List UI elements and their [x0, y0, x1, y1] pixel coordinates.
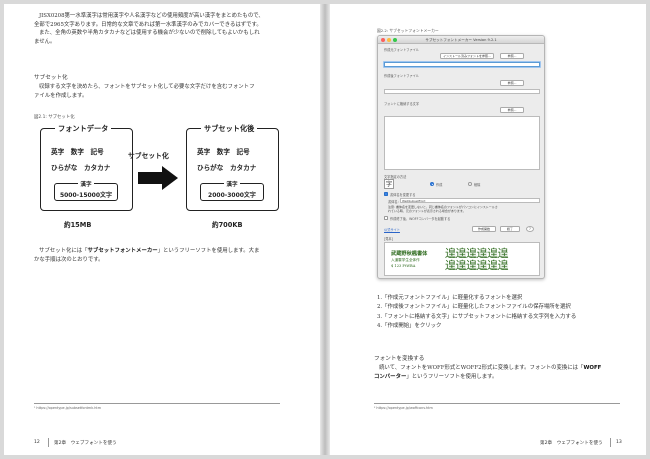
browse-source-button[interactable]: 参照...	[500, 53, 524, 59]
convert-line: 続いて、フォントをWOFF形式とWOFF2形式に変換します。フォントの変換には「…	[379, 365, 602, 371]
rename-warning: 注意: 書体名を変更しないと、同じ書体名のフォントがパソコンにインストールさ れ…	[388, 205, 498, 214]
rename-checkbox[interactable]	[384, 192, 388, 196]
right-arrow-icon	[138, 166, 178, 190]
kanji-title: 漢字	[78, 182, 94, 188]
page-number: 13	[616, 440, 622, 445]
subset-font-title: サブセット化後	[201, 124, 258, 134]
kanji-box-after: 漢字 2000-3000文字	[200, 182, 264, 201]
preview-sub2: $ 123 FtWBA	[391, 264, 416, 268]
converter-term: コンバーター	[374, 373, 407, 380]
running-head: 第2章 ウェブフォントを使う	[54, 441, 117, 446]
mode-create-radio[interactable]	[430, 182, 434, 186]
subset-font-row-kana: ひらがな カタカナ	[197, 164, 257, 172]
steps-list: 1.「作成元フォントファイル」に軽量化するフォントを選択 2.「作成後フォントフ…	[377, 294, 576, 332]
kanji-count-before: 5000-15000文字	[59, 192, 113, 199]
woff-term: WOFF	[583, 365, 602, 371]
start-button[interactable]: 作成開始	[472, 226, 496, 232]
rename-checkbox-label: 書体名を変更する	[390, 193, 416, 197]
intro-line: JISX0208第一水準漢字は常用漢字や人名漢字などの使用頻度が高い漢字をまとめ…	[39, 13, 264, 19]
output-font-input[interactable]	[384, 89, 540, 94]
subset-paragraph: 収録する文字を決めたら、フォントをサブセット化して必要な文字だけを含むフォントフ…	[34, 83, 294, 100]
convert-paragraph: 続いて、フォントをWOFF形式とWOFF2形式に変換します。フォントの変換には「…	[374, 364, 632, 381]
output-font-label: 作成後フォントファイル	[384, 74, 420, 78]
source-font-input[interactable]	[384, 62, 540, 67]
browse-output-button[interactable]: 参照...	[500, 80, 524, 86]
woff-checkbox-label: 作成終了後、WOFFコンバータを起動する	[390, 217, 451, 221]
size-before: 約15MB	[64, 221, 92, 229]
font-data-title: フォントデータ	[55, 124, 112, 134]
footnote: ¹ https://opentype.jp/subsetfontmk.htm	[34, 406, 102, 410]
book-gutter	[320, 4, 330, 455]
installed-fonts-button[interactable]: インストール済みフォントを参照...	[440, 53, 494, 59]
footnote-rule	[374, 403, 620, 404]
source-font-label: 作成元フォントファイル	[384, 48, 420, 52]
folio-divider	[610, 438, 611, 447]
figure-label: 図2.2: サブセットフォントメーカー	[377, 28, 439, 33]
size-after: 約700KB	[212, 221, 243, 229]
rename-label: 書体名：	[388, 200, 401, 204]
preview-sub1: 入道雲学生全体作	[391, 258, 420, 262]
right-page: 図2.2: サブセットフォントメーカー サブセットフォントメーカー Versio…	[330, 4, 646, 455]
convert-line: コンバーター」というフリーソフトを使用します。	[374, 373, 498, 380]
kanji-title: 漢字	[224, 182, 240, 188]
browse-chars-button[interactable]: 参照...	[500, 107, 524, 113]
figure-label: 図2.1: サブセット化	[34, 115, 75, 120]
font-data-box: フォントデータ 英字 数字 記号 ひらがな カタカナ 漢字 5000-15000…	[40, 124, 133, 211]
section-heading-subset: サブセット化	[34, 75, 68, 81]
footnote-rule	[34, 403, 280, 404]
woff-checkbox[interactable]	[384, 216, 388, 220]
preview-panel: 武蔵野秋楓書体 入道雲学生全体作 $ 123 FtWBA 遑遑遑遑遑遑 遑遑遑遑…	[384, 242, 540, 276]
mode-create-label: 作成	[436, 183, 443, 187]
section-heading-convert: フォントを変換する	[374, 356, 425, 362]
footnote: ² https://opentype.jp/woffconv.htm	[374, 406, 433, 410]
chars-textarea[interactable]	[384, 116, 540, 170]
preview-title: 武蔵野秋楓書体	[391, 251, 428, 257]
kanji-count-after: 2000-3000文字	[208, 192, 256, 199]
chars-label: フォントに格納する文字	[384, 102, 420, 106]
window-titlebar[interactable]: サブセットフォントメーカー Version 9.2.1	[378, 36, 544, 44]
font-data-row-kana: ひらがな カタカナ	[51, 164, 111, 172]
tool-paragraph: サブセット化には「サブセットフォントメーカー」というフリーソフトを使用します。大…	[34, 247, 296, 264]
page-number: 12	[34, 440, 40, 445]
subset-line: ァイルを作成します。	[34, 92, 88, 99]
subset-line: 収録する文字を決めたら、フォントをサブセット化して必要な文字だけを含むフォントフ	[39, 84, 255, 90]
font-data-row-latin: 英字 数字 記号	[51, 148, 104, 156]
app-window: サブセットフォントメーカー Version 9.2.1 作成元フォントファイル …	[377, 35, 545, 279]
tool-line: サブセット化には「サブセットフォントメーカー」というフリーソフトを使用します。大…	[39, 248, 260, 254]
step-item: 3.「フォントに格納する文字」にサブセットフォントに格納する文字列を入力する	[377, 313, 577, 320]
intro-line: ません。	[34, 38, 56, 45]
arrow-label: サブセット化	[128, 152, 169, 160]
step-item: 2.「作成後フォントファイル」に軽量化したフォントファイルの保存場所を選択	[377, 304, 571, 311]
end-button[interactable]: 終了	[500, 226, 520, 232]
folio-divider	[48, 438, 49, 447]
intro-line: 全部で2965文字あります。日常的な文章であれば第一水準漢字のみでカバーできるは…	[34, 21, 262, 28]
tool-name: サブセットフォントメーカー	[87, 248, 158, 254]
window-title: サブセットフォントメーカー Version 9.2.1	[425, 37, 497, 42]
preview-label: [見本]	[384, 237, 393, 241]
official-site-link[interactable]: 公式サイト	[384, 227, 400, 232]
intro-paragraph: JISX0208第一水準漢字は常用漢字や人名漢字などの使用頻度が高い漢字をまとめ…	[34, 12, 294, 46]
character-glyph-icon: 字	[384, 179, 394, 189]
subset-font-row-latin: 英字 数字 記号	[197, 148, 250, 156]
running-head: 第2章 ウェブフォントを使う	[540, 441, 603, 446]
intro-line: また、全角の英数や半角カタカナなどは使用する機会が少ないので削除してもよいかもし…	[39, 30, 260, 37]
mode-delete-label: 削除	[474, 183, 481, 187]
kanji-box-before: 漢字 5000-15000文字	[54, 182, 118, 201]
step-item: 4.「作成開始」をクリック	[377, 323, 442, 330]
tool-line: かな手順は次のとおりです。	[34, 256, 104, 263]
left-page: JISX0208第一水準漢字は常用漢字や人名漢字などの使用頻度が高い漢字をまとめ…	[4, 4, 320, 455]
subset-font-box: サブセット化後 英字 数字 記号 ひらがな カタカナ 漢字 2000-3000文…	[186, 124, 279, 211]
rename-input[interactable]: WebSubsetFont	[400, 198, 540, 203]
rename-value: WebSubsetFont	[402, 199, 426, 203]
preview-glyphs: 遑遑遑遑遑遑 遑遑遑遑遑遑	[445, 247, 509, 272]
mode-delete-radio[interactable]	[468, 182, 472, 186]
help-icon[interactable]: ?	[526, 226, 534, 232]
step-item: 1.「作成元フォントファイル」に軽量化するフォントを選択	[377, 295, 523, 301]
